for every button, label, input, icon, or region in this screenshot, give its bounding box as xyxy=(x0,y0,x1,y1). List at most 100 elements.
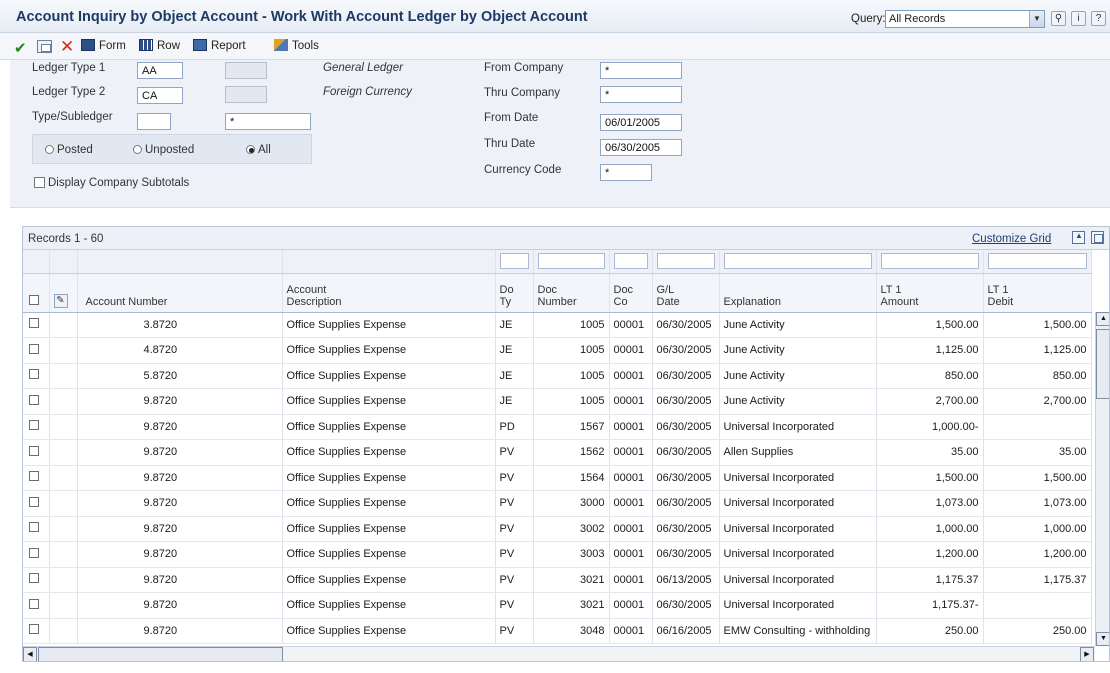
scroll-thumb[interactable] xyxy=(1096,329,1109,399)
row-checkbox[interactable] xyxy=(23,312,50,338)
cell-account-number: 9.8720 xyxy=(77,388,283,415)
query-select[interactable]: All Records ▼ xyxy=(885,10,1045,28)
qbe-doc-co[interactable] xyxy=(613,253,648,270)
scroll-left-icon[interactable]: ◀ xyxy=(23,647,37,661)
display-subtotals-checkbox[interactable]: Display Company Subtotals xyxy=(34,177,189,189)
customize-grid-link[interactable]: Customize Grid xyxy=(972,233,1051,245)
cell-account-number: 5.8720 xyxy=(77,363,283,389)
row-menu[interactable]: Row xyxy=(139,39,180,52)
qbe-explanation[interactable] xyxy=(723,253,872,270)
row-checkbox[interactable] xyxy=(23,465,50,491)
form-icon xyxy=(81,39,95,51)
tools-menu[interactable]: Tools xyxy=(274,39,319,52)
select-all-checkbox[interactable] xyxy=(23,273,50,313)
col-amount[interactable]: LT 1 Amount xyxy=(876,273,984,313)
table-row[interactable]: 4.8720 Office Supplies Expense JE 1005 00001… xyxy=(23,337,1092,364)
header-label: Number xyxy=(537,295,577,308)
cell-doc-number: 3003 xyxy=(533,541,610,568)
table-row[interactable]: 9.8720 Office Supplies Expense PV 3000 00001… xyxy=(23,490,1092,517)
report-menu[interactable]: Report xyxy=(193,39,246,52)
row-checkbox[interactable] xyxy=(23,439,50,466)
delete-icon[interactable]: ✕ xyxy=(60,37,74,57)
filter-icon[interactable]: ⚲ xyxy=(1051,11,1066,26)
table-row[interactable]: 3.8720 Office Supplies Expense JE 1005 00001… xyxy=(23,312,1092,338)
posted-radio[interactable]: Posted xyxy=(45,144,93,156)
all-radio[interactable]: All xyxy=(246,144,271,156)
row-checkbox[interactable] xyxy=(23,388,50,415)
row-checkbox[interactable] xyxy=(23,516,50,542)
row-checkbox[interactable] xyxy=(23,363,50,389)
ok-check-icon[interactable]: ✔ xyxy=(14,39,27,57)
cell-account-description: Office Supplies Expense xyxy=(282,312,496,338)
header-label: G/L xyxy=(656,283,675,296)
col-explanation[interactable]: Explanation xyxy=(719,273,877,313)
cell-doc-number: 3000 xyxy=(533,490,610,517)
scroll-thumb-horizontal[interactable] xyxy=(38,647,283,661)
col-doc-number[interactable]: Doc Number xyxy=(533,273,610,313)
vertical-scrollbar[interactable]: ▲ ▼ xyxy=(1095,312,1109,646)
foreign-currency-label: Foreign Currency xyxy=(323,86,412,98)
row-checkbox[interactable] xyxy=(23,541,50,568)
grid-header-bar: Records 1 - 60 Customize Grid xyxy=(23,227,1109,250)
col-doc-co[interactable]: Doc Co xyxy=(609,273,653,313)
info-icon[interactable]: i xyxy=(1071,11,1086,26)
col-account-number[interactable]: Account Number xyxy=(77,273,283,313)
chevron-down-icon[interactable]: ▼ xyxy=(1029,11,1044,27)
scroll-up-icon[interactable]: ▲ xyxy=(1096,312,1109,326)
table-row[interactable]: 9.8720 Office Supplies Expense PV 3021 00001… xyxy=(23,567,1092,593)
cell-do-ty: PV xyxy=(495,567,534,593)
row-checkbox[interactable] xyxy=(23,567,50,593)
table-row[interactable]: 9.8720 Office Supplies Expense PV 1562 00001… xyxy=(23,439,1092,466)
cell-explanation: June Activity xyxy=(719,388,877,415)
cell-doc-co: 00001 xyxy=(609,465,653,491)
cell-debit: 1,500.00 xyxy=(983,465,1092,491)
cell-do-ty: PV xyxy=(495,592,534,619)
horizontal-scrollbar[interactable]: ◀ ▶ xyxy=(23,646,1095,661)
qbe-debit[interactable] xyxy=(987,253,1087,270)
qbe-amount[interactable] xyxy=(880,253,979,270)
table-row[interactable]: 9.8720 Office Supplies Expense PV 1564 00001… xyxy=(23,465,1092,491)
from-company-field[interactable]: * xyxy=(600,62,682,79)
checkbox-icon xyxy=(29,369,39,380)
row-checkbox[interactable] xyxy=(23,592,50,619)
subledger-field[interactable]: * xyxy=(225,113,311,130)
col-debit[interactable]: LT 1 Debit xyxy=(983,273,1092,313)
table-row[interactable]: 9.8720 Office Supplies Expense PV 3003 00001… xyxy=(23,541,1092,568)
copy-icon[interactable] xyxy=(37,40,52,53)
scroll-down-icon[interactable]: ▼ xyxy=(1096,632,1109,646)
ledger-type-1-field[interactable]: AA xyxy=(137,62,183,79)
table-row[interactable]: 9.8720 Office Supplies Expense PD 1567 00001… xyxy=(23,414,1092,440)
row-checkbox[interactable] xyxy=(23,414,50,440)
cell-do-ty: PV xyxy=(495,618,534,644)
unposted-radio[interactable]: Unposted xyxy=(133,144,194,156)
export-icon[interactable] xyxy=(1072,231,1085,244)
radio-selected-icon xyxy=(246,145,255,154)
qbe-do-ty[interactable] xyxy=(499,253,529,270)
table-row[interactable]: 9.8720 Office Supplies Expense JE 1005 00001… xyxy=(23,388,1092,415)
form-menu[interactable]: Form xyxy=(81,39,126,52)
table-row[interactable]: 9.8720 Office Supplies Expense PV 3048 00001… xyxy=(23,618,1092,644)
qbe-row xyxy=(23,250,1092,274)
qbe-doc-number[interactable] xyxy=(537,253,605,270)
attachment-column[interactable]: ✎ xyxy=(49,273,78,313)
row-checkbox[interactable] xyxy=(23,618,50,644)
ledger-type-2-field[interactable]: CA xyxy=(137,87,183,104)
cell-account-description: Office Supplies Expense xyxy=(282,592,496,619)
row-checkbox[interactable] xyxy=(23,490,50,517)
scroll-right-icon[interactable]: ▶ xyxy=(1080,647,1094,661)
thru-date-field[interactable]: 06/30/2005 xyxy=(600,139,682,156)
col-account-description[interactable]: Account Description xyxy=(282,273,496,313)
qbe-gl-date[interactable] xyxy=(656,253,715,270)
currency-code-field[interactable]: * xyxy=(600,164,652,181)
from-date-field[interactable]: 06/01/2005 xyxy=(600,114,682,131)
type-subledger-field[interactable] xyxy=(137,113,171,130)
table-row[interactable]: 5.8720 Office Supplies Expense JE 1005 00001… xyxy=(23,363,1092,389)
maximize-icon[interactable] xyxy=(1091,231,1104,244)
table-row[interactable]: 9.8720 Office Supplies Expense PV 3021 00001… xyxy=(23,592,1092,619)
thru-company-field[interactable]: * xyxy=(600,86,682,103)
help-icon[interactable]: ? xyxy=(1091,11,1106,26)
table-row[interactable]: 9.8720 Office Supplies Expense PV 3002 00001… xyxy=(23,516,1092,542)
col-do-ty[interactable]: Do Ty xyxy=(495,273,534,313)
col-gl-date[interactable]: G/L Date xyxy=(652,273,720,313)
row-checkbox[interactable] xyxy=(23,337,50,364)
